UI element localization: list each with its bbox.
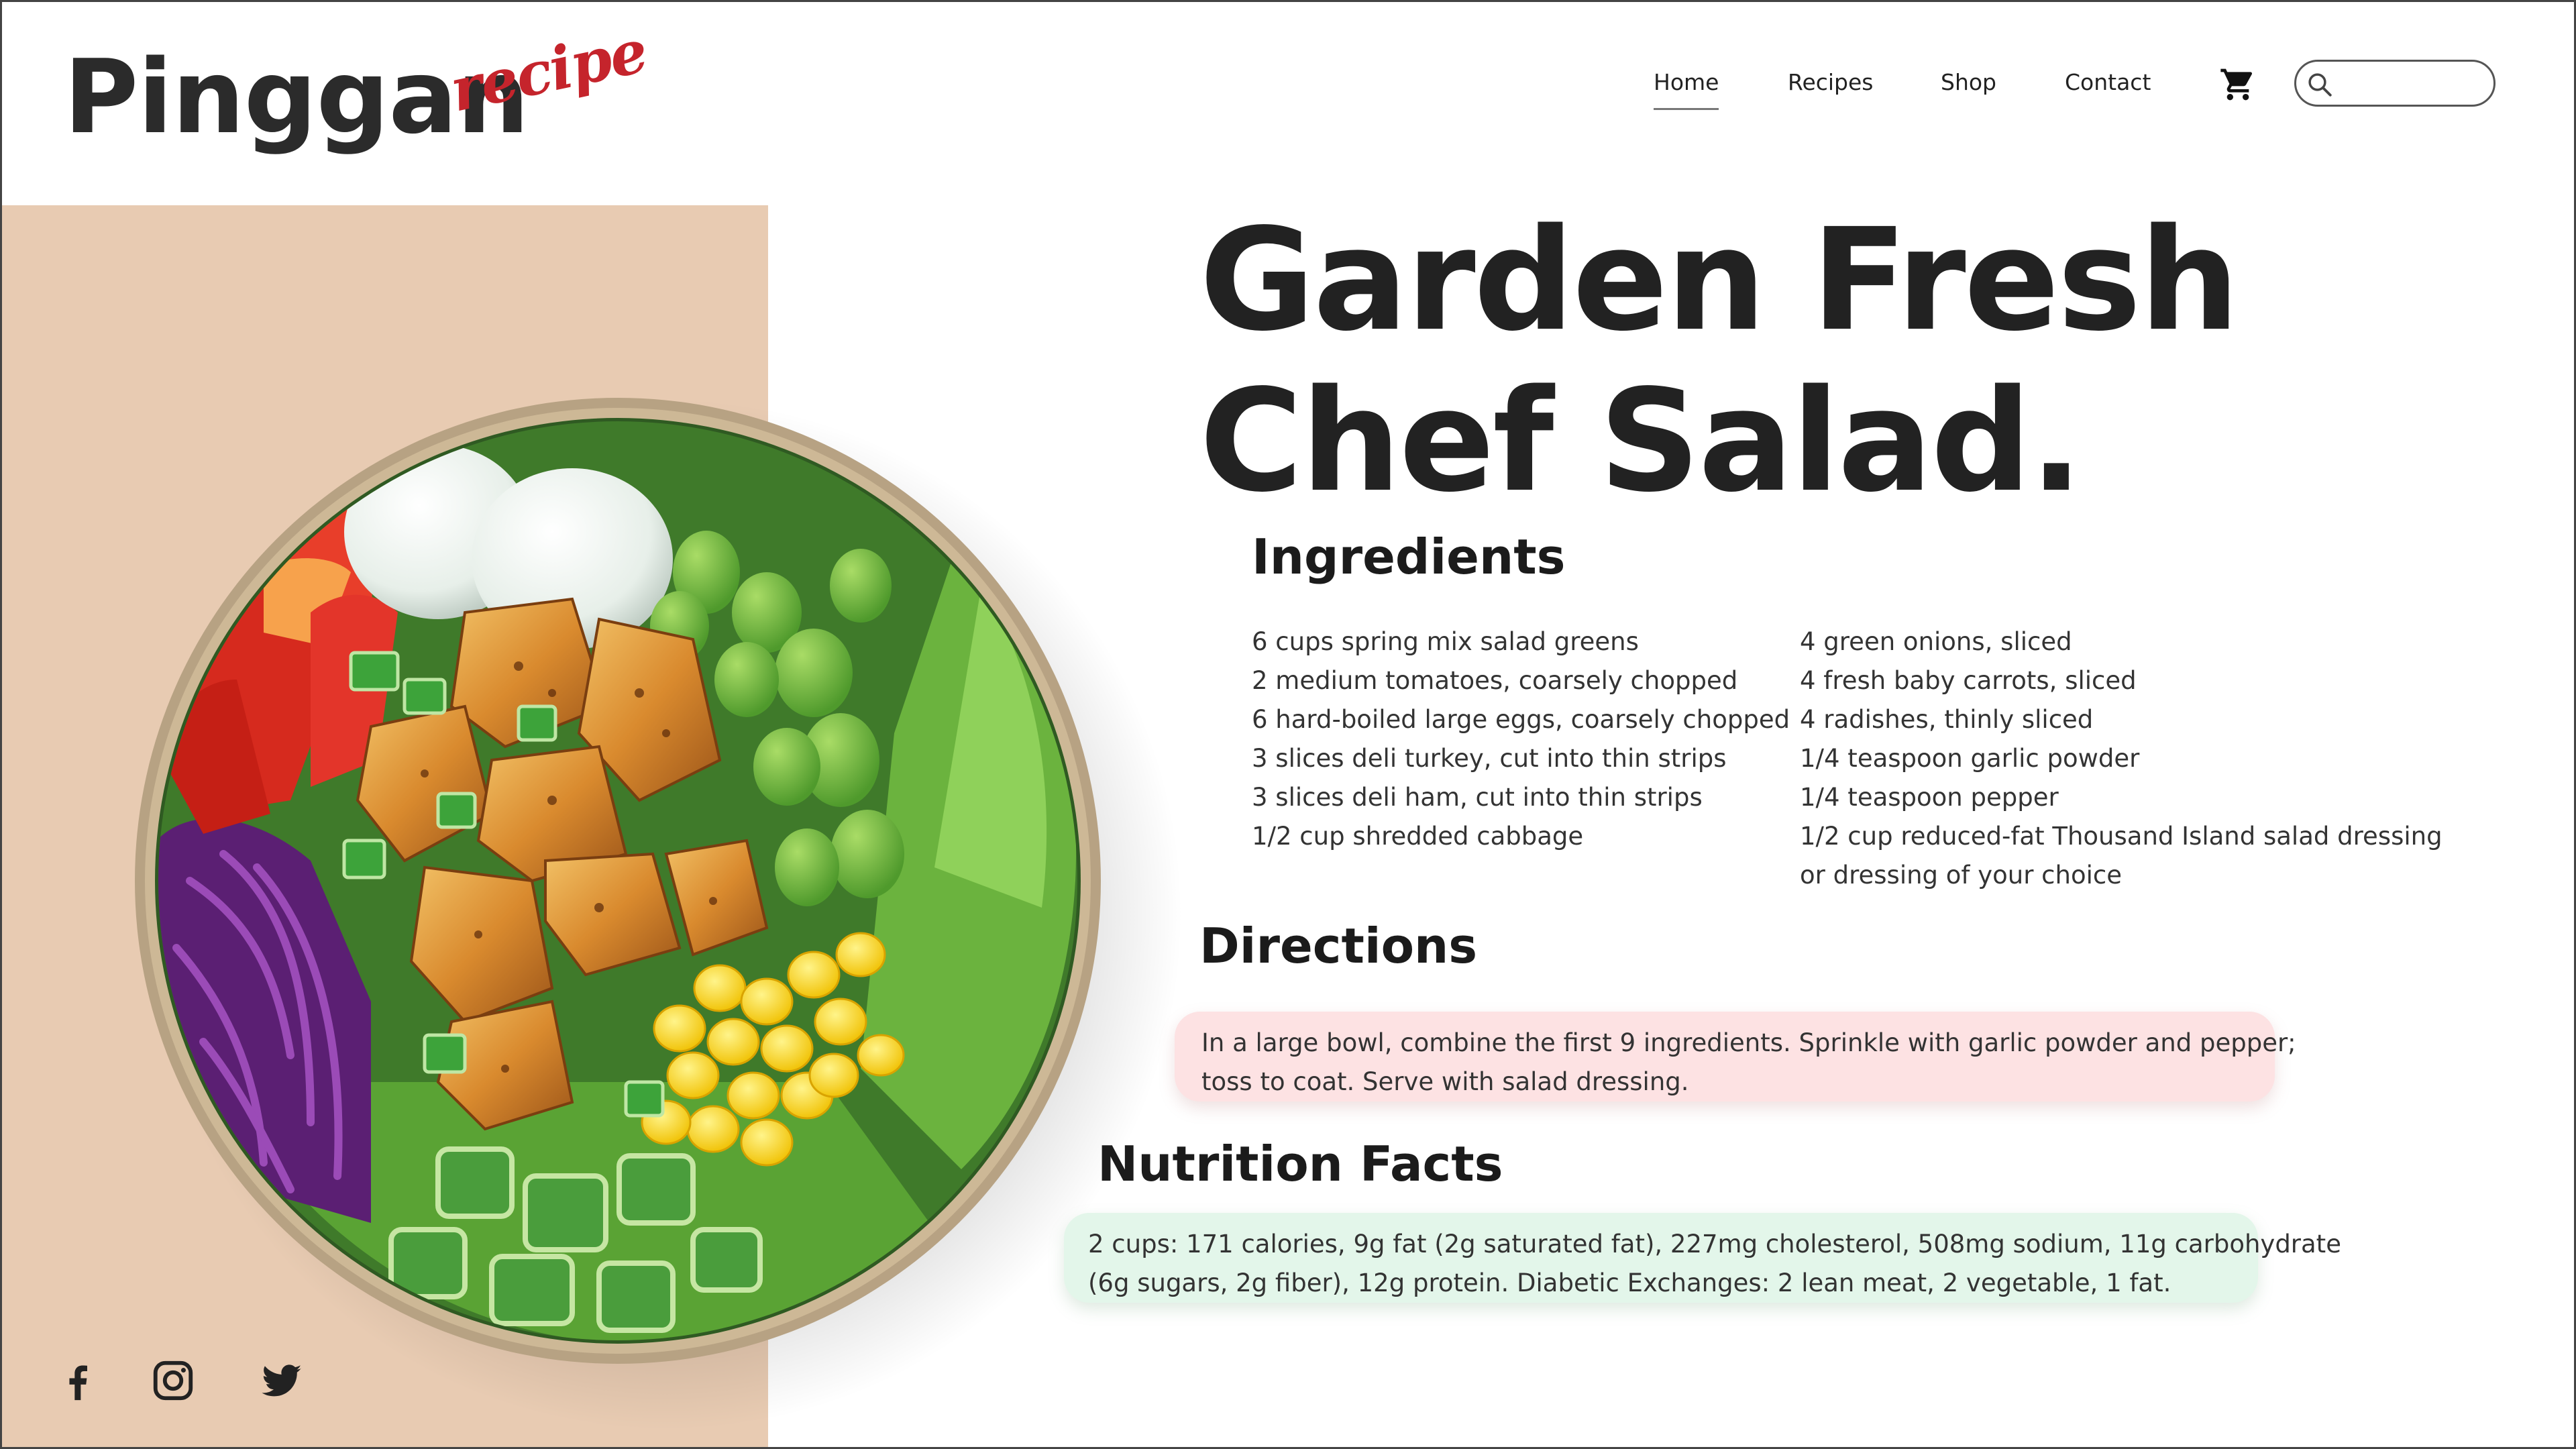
ingredients-list-right: 4 green onions, sliced 4 fresh baby carr… xyxy=(1800,623,2443,895)
nutrition-text-line-1: 2 cups: 171 calories, 9g fat (2g saturat… xyxy=(1088,1230,2341,1258)
search-box[interactable] xyxy=(2294,60,2496,107)
nav-recipes[interactable]: Recipes xyxy=(1788,69,1874,95)
twitter-icon[interactable] xyxy=(258,1357,305,1404)
ingredient-item: 6 cups spring mix salad greens xyxy=(1252,627,1639,656)
ingredient-item: 1/4 teaspoon garlic powder xyxy=(1800,744,2140,773)
directions-text-line-2: toss to coat. Serve with salad dressing. xyxy=(1201,1067,1689,1096)
ingredient-item: 4 green onions, sliced xyxy=(1800,627,2072,656)
brand-tagline: recipe xyxy=(444,15,653,125)
ingredient-item: or dressing of your choice xyxy=(1800,861,2122,890)
nav-contact[interactable]: Contact xyxy=(2065,69,2151,95)
ingredient-item: 4 radishes, thinly sliced xyxy=(1800,705,2094,734)
ingredient-item: 1/2 cup shredded cabbage xyxy=(1252,822,1584,851)
recipe-title-line-2: Chef Salad. xyxy=(1199,359,2083,523)
instagram-icon[interactable] xyxy=(150,1357,197,1404)
nutrition-heading: Nutrition Facts xyxy=(1097,1136,1503,1192)
ingredient-item: 3 slices deli turkey, cut into thin stri… xyxy=(1252,744,1727,773)
directions-text-line-1: In a large bowl, combine the first 9 ing… xyxy=(1201,1028,2296,1057)
shopping-cart-icon[interactable] xyxy=(2219,66,2257,103)
nutrition-card: 2 cups: 171 calories, 9g fat (2g saturat… xyxy=(1064,1213,2341,1303)
nav-shop[interactable]: Shop xyxy=(1941,69,1996,95)
nutrition-text-line-2: (6g sugars, 2g fiber), 12g protein. Diab… xyxy=(1088,1269,2171,1297)
nav-home[interactable]: Home xyxy=(1654,69,1719,110)
salad-bowl-image xyxy=(135,398,1101,1364)
search-icon xyxy=(2308,73,2332,97)
recipe-title: Garden Fresh Chef Salad. xyxy=(1199,200,2340,522)
ingredient-item: 4 fresh baby carrots, sliced xyxy=(1800,666,2137,695)
search-input[interactable] xyxy=(2338,67,2485,101)
ingredient-item: 1/4 teaspoon pepper xyxy=(1800,783,2059,812)
ingredient-item: 2 medium tomatoes, coarsely chopped xyxy=(1252,666,1738,695)
ingredient-item: 6 hard-boiled large eggs, coarsely chopp… xyxy=(1252,705,1790,734)
directions-heading: Directions xyxy=(1199,918,1478,974)
ingredients-list-left: 6 cups spring mix salad greens 2 medium … xyxy=(1252,623,1790,856)
ingredient-item: 1/2 cup reduced-fat Thousand Island sala… xyxy=(1800,822,2443,851)
directions-card: In a large bowl, combine the first 9 ing… xyxy=(1175,1012,2296,1102)
facebook-icon[interactable] xyxy=(54,1357,101,1404)
ingredients-heading: Ingredients xyxy=(1252,529,1566,585)
recipe-title-line-1: Garden Fresh xyxy=(1199,198,2240,362)
ingredient-item: 3 slices deli ham, cut into thin strips xyxy=(1252,783,1703,812)
recipe-page: Pinggan recipe Home Recipes Shop Contact xyxy=(0,0,2576,1449)
